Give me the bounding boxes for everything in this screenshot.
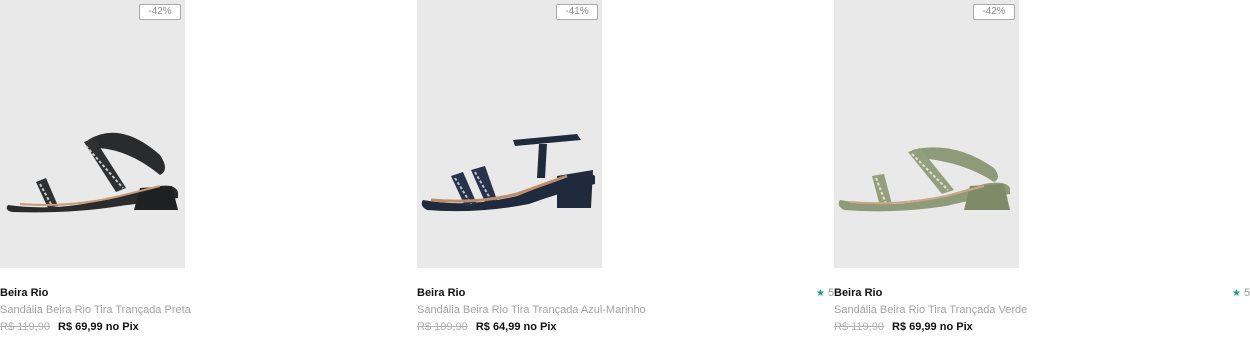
old-price: R$ 119,90 <box>0 321 50 333</box>
green-sandal-image <box>838 147 1010 212</box>
product-brand[interactable]: Beira Rio <box>417 287 465 299</box>
pix-price: R$ 69,99 <box>58 321 103 333</box>
price-row: R$ 119,90 R$ 69,99 no Pix <box>834 321 973 333</box>
product-rating: ★ 5 <box>816 287 834 299</box>
product-card[interactable]: -42% Beira Rio Sandália Beira Rio Tira T… <box>834 0 1250 348</box>
product-name[interactable]: Sandália Beira Rio Tira Trançada Verde <box>834 304 1027 316</box>
product-image[interactable]: -42% <box>834 0 1019 268</box>
price-row: R$ 119,90 R$ 69,99 no Pix <box>0 321 139 333</box>
old-price: R$ 119,90 <box>834 321 884 333</box>
navy-sandal-image <box>421 134 595 212</box>
product-image[interactable]: -41% <box>417 0 602 268</box>
black-sandal-image <box>6 132 178 213</box>
discount-badge: -42% <box>139 4 181 20</box>
product-card[interactable]: -41% Beira Rio Sandália Beira Rio Tira T… <box>417 0 834 348</box>
pix-price: R$ 69,99 <box>892 321 937 333</box>
product-grid: -42% Beira Rio Sandália Beira Rio Tira T… <box>0 0 1250 348</box>
star-icon: ★ <box>816 288 825 299</box>
discount-badge: -42% <box>973 4 1015 20</box>
price-row: R$ 109,90 R$ 64,99 no Pix <box>417 321 557 333</box>
discount-badge: -41% <box>556 4 598 20</box>
pix-price: R$ 64,99 <box>475 321 521 333</box>
product-image[interactable]: -42% <box>0 0 185 268</box>
star-icon: ★ <box>1232 288 1241 299</box>
pix-label: no Pix <box>939 321 973 333</box>
product-brand[interactable]: Beira Rio <box>0 287 48 299</box>
product-name[interactable]: Sandália Beira Rio Tira Trançada Preta <box>0 304 191 316</box>
pix-label: no Pix <box>523 321 557 333</box>
product-card[interactable]: -42% Beira Rio Sandália Beira Rio Tira T… <box>0 0 400 348</box>
product-rating: ★ 5 <box>1232 287 1250 299</box>
rating-value: 5 <box>1243 287 1250 299</box>
product-name[interactable]: Sandália Beira Rio Tira Trançada Azul-Ma… <box>417 304 646 316</box>
product-brand[interactable]: Beira Rio <box>834 287 882 299</box>
pix-label: no Pix <box>105 321 139 333</box>
old-price: R$ 109,90 <box>417 321 468 333</box>
